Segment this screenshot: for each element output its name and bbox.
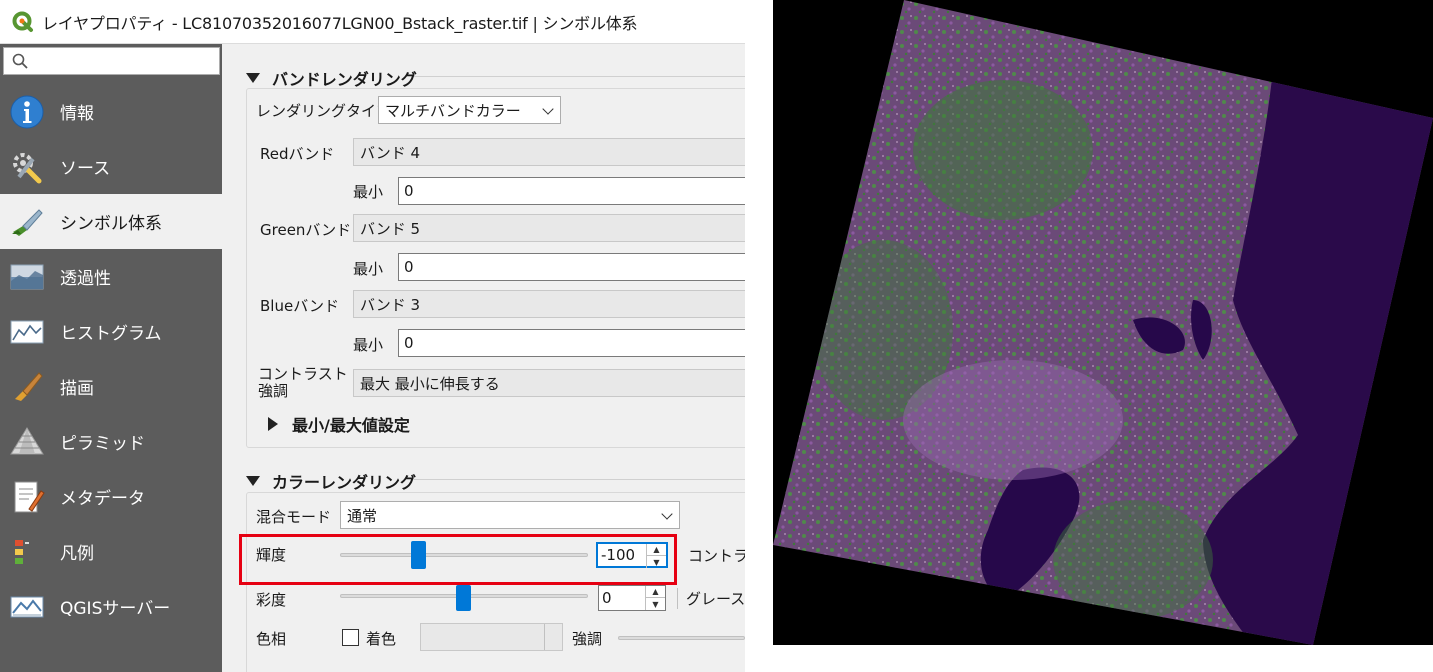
red-band-select[interactable]: バンド 4 <box>353 138 745 166</box>
sidebar-item-label: ピラミッド <box>60 434 145 454</box>
red-band-value: バンド 4 <box>360 143 421 162</box>
minmax-settings-title: 最小/最大値設定 <box>292 416 410 435</box>
red-min-label: 最小 <box>353 183 384 201</box>
blue-band-label: Blueバンド <box>260 297 339 315</box>
sidebar: 情報 ソース シンボル体系 透過性 ヒストグラム 描画 ピラミッド メタデータ … <box>0 44 222 672</box>
sidebar-item-label: 描画 <box>60 379 94 399</box>
sidebar-item-label: QGISサーバー <box>60 599 171 619</box>
collapse-triangle-icon <box>246 73 260 83</box>
sidebar-item-legend[interactable]: 凡例 <box>0 524 222 579</box>
sidebar-item-label: シンボル体系 <box>60 214 162 234</box>
sidebar-item-label: 透過性 <box>60 269 111 289</box>
spin-up-icon[interactable]: ▲ <box>646 586 665 598</box>
contrast-enhancement-select[interactable]: 最大 最小に伸長する <box>353 369 745 397</box>
sidebar-item-label: メタデータ <box>60 489 145 509</box>
saturation-spinbox[interactable]: 0 ▲ ▼ <box>598 585 666 611</box>
sidebar-item-transparency[interactable]: 透過性 <box>0 249 222 304</box>
blue-min-input[interactable]: 0 <box>398 329 745 357</box>
window-title: レイヤプロパティ - LC81070352016077LGN00_Bstack_… <box>42 13 638 33</box>
colorize-label: 着色 <box>366 630 397 648</box>
saturation-spin-buttons[interactable]: ▲ ▼ <box>645 586 665 610</box>
contrast-enhancement-label-line2: 強調 <box>258 382 289 400</box>
grayscale-label: グレース <box>677 588 745 609</box>
qgis-logo-icon <box>12 11 33 32</box>
chevron-down-icon <box>542 103 554 115</box>
colorize-checkbox[interactable] <box>342 629 359 646</box>
blue-band-value: バンド 3 <box>360 295 421 314</box>
chevron-down-icon <box>661 508 673 520</box>
transparency-icon <box>8 258 46 296</box>
contrast-enhancement-value: 最大 最小に伸長する <box>360 374 500 393</box>
qgis-server-icon <box>8 588 46 626</box>
section-divider <box>414 479 745 480</box>
blend-mode-value: 通常 <box>347 506 378 525</box>
sidebar-item-label: ヒストグラム <box>60 324 162 344</box>
render-type-label: レンダリングタイプ <box>256 102 392 120</box>
blend-mode-select[interactable]: 通常 <box>340 501 680 529</box>
contrast-label: コントラスト <box>688 547 745 565</box>
saturation-label: 彩度 <box>256 591 287 609</box>
info-icon <box>8 93 46 131</box>
legend-icon <box>8 533 46 571</box>
contrast-enhancement-label-line1: コントラスト <box>258 365 348 383</box>
render-type-value: マルチバンドカラー <box>385 101 521 120</box>
pyramid-icon <box>8 423 46 461</box>
color-rendering-header[interactable]: カラーレンダリング <box>246 469 416 493</box>
band-rendering-title: バンドレンダリング <box>272 70 417 89</box>
red-band-label: Redバンド <box>260 145 335 163</box>
hue-label: 色相 <box>256 630 287 648</box>
section-divider <box>414 76 745 77</box>
minmax-settings-header[interactable]: 最小/最大値設定 <box>268 412 410 436</box>
blue-min-label: 最小 <box>353 336 384 354</box>
green-band-value: バンド 5 <box>360 219 421 238</box>
contrast-enhancement-label: コントラスト 強調 <box>258 366 348 400</box>
sidebar-item-rendering[interactable]: 描画 <box>0 359 222 414</box>
sidebar-item-label: ソース <box>60 159 111 179</box>
rendering-brush-icon <box>8 368 46 406</box>
color-dropdown-arrow[interactable] <box>544 624 562 650</box>
strength-label: 強調 <box>572 630 603 648</box>
green-min-input[interactable]: 0 <box>398 253 745 281</box>
sidebar-item-info[interactable]: 情報 <box>0 84 222 139</box>
expand-triangle-icon <box>268 417 278 431</box>
sidebar-item-qgis-server[interactable]: QGISサーバー <box>0 579 222 634</box>
symbology-brush-icon <box>8 203 46 241</box>
color-rendering-title: カラーレンダリング <box>272 473 417 492</box>
colorize-color-button[interactable] <box>420 623 563 651</box>
collapse-triangle-icon <box>246 476 260 486</box>
sidebar-item-histogram[interactable]: ヒストグラム <box>0 304 222 359</box>
title-bar: レイヤプロパティ - LC81070352016077LGN00_Bstack_… <box>0 0 745 44</box>
spin-down-icon[interactable]: ▼ <box>646 598 665 610</box>
landsat-raster-image <box>773 0 1433 645</box>
brightness-highlight-annotation <box>239 534 677 585</box>
green-band-label: Greenバンド <box>260 221 352 239</box>
sidebar-item-label: 情報 <box>60 104 94 124</box>
metadata-icon <box>8 478 46 516</box>
strength-slider-track[interactable] <box>618 636 745 640</box>
source-wrench-icon <box>8 148 46 186</box>
search-input[interactable] <box>34 50 214 72</box>
sidebar-item-symbology[interactable]: シンボル体系 <box>0 194 222 249</box>
search-icon <box>12 53 28 69</box>
saturation-value: 0 <box>602 589 612 607</box>
red-min-input[interactable]: 0 <box>398 177 745 205</box>
green-min-label: 最小 <box>353 260 384 278</box>
search-box[interactable] <box>3 47 220 75</box>
saturation-slider-thumb[interactable] <box>456 585 471 611</box>
blue-band-select[interactable]: バンド 3 <box>353 290 745 318</box>
histogram-icon <box>8 313 46 351</box>
raster-map-preview[interactable] <box>773 0 1433 645</box>
sidebar-item-metadata[interactable]: メタデータ <box>0 469 222 524</box>
band-rendering-header[interactable]: バンドレンダリング <box>246 66 417 90</box>
sidebar-item-source[interactable]: ソース <box>0 139 222 194</box>
render-type-select[interactable]: マルチバンドカラー <box>378 96 561 124</box>
green-band-select[interactable]: バンド 5 <box>353 214 745 242</box>
sidebar-item-label: 凡例 <box>60 544 94 564</box>
blend-mode-label: 混合モード <box>256 508 332 526</box>
sidebar-item-pyramids[interactable]: ピラミッド <box>0 414 222 469</box>
